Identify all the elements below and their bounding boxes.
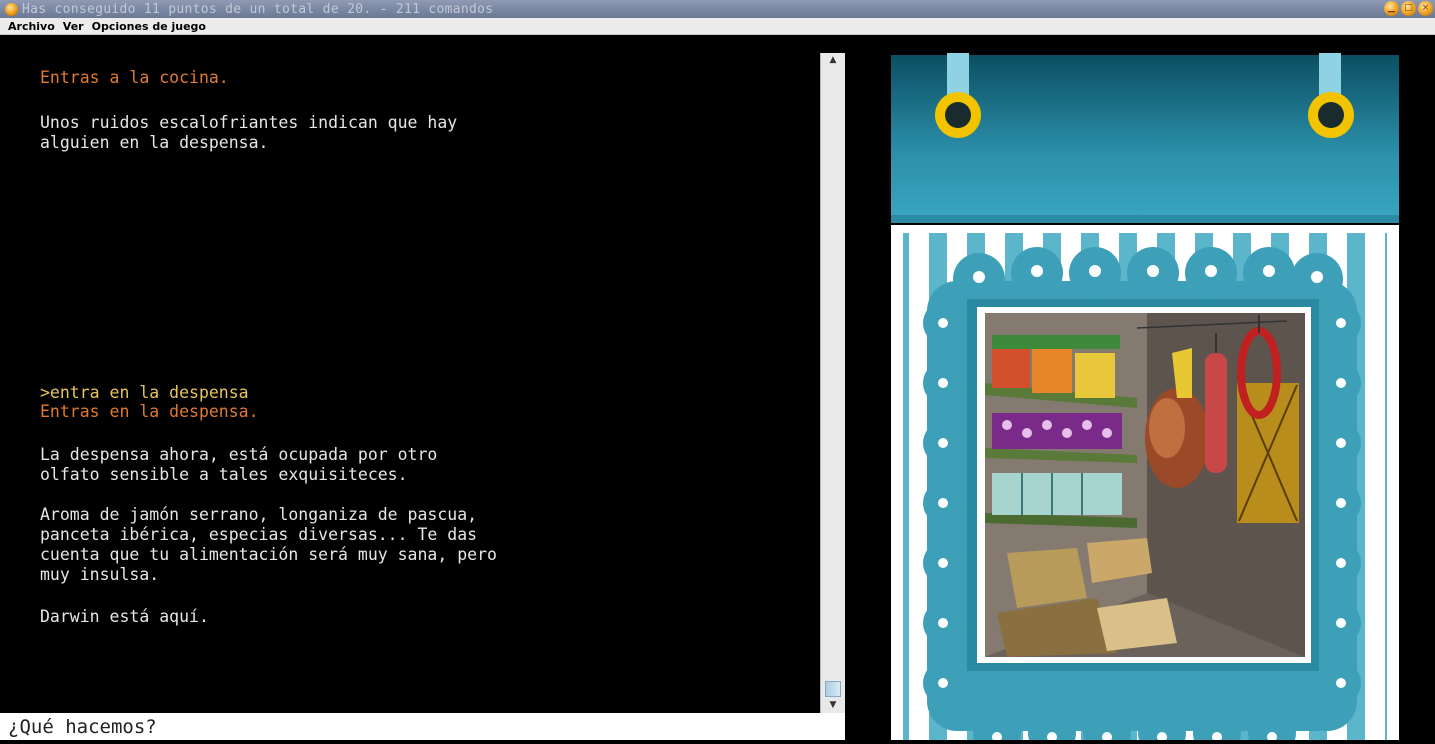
scroll-up-icon[interactable]: ▲ [825,55,841,65]
menu-bar: Archivo Ver Opciones de juego [0,18,1435,35]
game-line: Aroma de jamón serrano, longaniza de pas… [40,505,478,524]
game-line: Entras a la cocina. [40,68,229,87]
location-picture-panel [847,53,1435,744]
game-output: Entras a la cocina. Unos ruidos escalofr… [14,53,819,713]
game-line: cuenta que tu alimentación será muy sana… [40,545,497,564]
maximize-icon[interactable]: □ [1401,1,1416,16]
window-title: Has conseguido 11 puntos de un total de … [22,1,494,17]
menu-opciones-de-juego[interactable]: Opciones de juego [92,20,206,33]
input-prompt: ¿Qué hacemos? [8,716,157,738]
pantry-scene [985,313,1305,657]
scroll-thumb[interactable] [825,681,841,697]
scroll-down-icon[interactable]: ▼ [825,700,841,710]
game-line: La despensa ahora, está ocupada por otro [40,445,438,464]
game-line: Darwin está aquí. [40,607,209,626]
sausage [1205,353,1227,473]
minimize-icon[interactable]: ▁ [1384,1,1399,16]
app-icon[interactable] [5,2,18,16]
game-line: muy insulsa. [40,565,160,584]
window-controls: ▁ □ × [1384,1,1433,16]
game-line: panceta ibérica, especias diversas... Te… [40,525,478,544]
text-scrollbar[interactable]: ▲ ▼ [820,53,845,713]
game-line: olfato sensible a tales exquisiteces. [40,465,408,484]
pantry-illustration [891,53,1399,744]
player-command: >entra en la despensa [40,383,249,402]
game-line: alguien en la despensa. [40,133,269,152]
close-icon[interactable]: × [1418,1,1433,16]
game-line: Entras en la despensa. [40,402,259,421]
title-bar: Has conseguido 11 puntos de un total de … [0,0,1435,18]
menu-ver[interactable]: Ver [63,20,84,33]
game-line: Unos ruidos escalofriantes indican que h… [40,113,458,132]
command-input[interactable]: ¿Qué hacemos? [0,713,845,740]
menu-archivo[interactable]: Archivo [8,20,55,33]
